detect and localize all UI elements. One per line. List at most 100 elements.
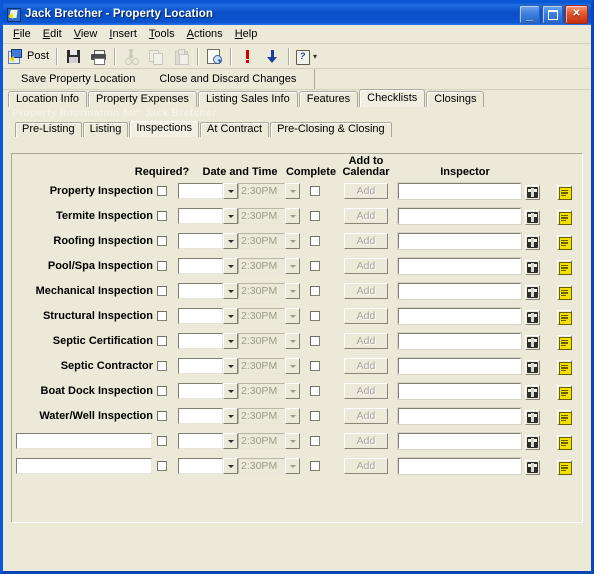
date-combo[interactable] [178,258,238,274]
address-book-button[interactable] [525,409,540,425]
date-combo[interactable] [178,308,238,324]
chevron-down-icon[interactable] [223,208,238,224]
required-checkbox[interactable] [157,186,167,196]
notes-button[interactable] [557,334,572,350]
inspector-input[interactable] [397,282,522,300]
date-value[interactable] [178,358,223,374]
chevron-down-icon[interactable] [223,408,238,424]
print-preview-button[interactable] [202,46,227,66]
inspector-input[interactable] [397,332,522,350]
date-combo[interactable] [178,183,238,199]
address-book-button[interactable] [525,384,540,400]
chevron-down-icon[interactable] [223,308,238,324]
date-combo[interactable] [178,358,238,374]
complete-checkbox[interactable] [310,236,320,246]
priority-button[interactable] [235,46,260,66]
tab-property-expenses[interactable]: Property Expenses [88,91,197,107]
menu-insert[interactable]: Insert [103,26,143,42]
required-checkbox[interactable] [157,311,167,321]
required-checkbox[interactable] [157,461,167,471]
inspector-input[interactable] [397,307,522,325]
chevron-down-icon[interactable] [223,433,238,449]
print-button[interactable] [86,46,111,66]
notes-button[interactable] [557,184,572,200]
address-book-button[interactable] [525,334,540,350]
inspector-input[interactable] [397,457,522,475]
save-button[interactable] [61,46,86,66]
complete-checkbox[interactable] [310,386,320,396]
address-book-button[interactable] [525,434,540,450]
post-button[interactable]: Post [6,46,53,66]
date-value[interactable] [178,233,223,249]
complete-checkbox[interactable] [310,311,320,321]
address-book-button[interactable] [525,459,540,475]
subtab-inspections[interactable]: Inspections [129,121,200,137]
address-book-button[interactable] [525,259,540,275]
custom-inspection-label-input[interactable] [16,433,152,449]
subtab-at-contract[interactable]: At Contract [200,122,270,137]
menu-view[interactable]: View [68,26,104,42]
menu-help[interactable]: Help [229,26,264,42]
tab-checklists[interactable]: Checklists [359,89,426,107]
close-button[interactable]: ✕ [565,4,588,24]
complete-checkbox[interactable] [310,186,320,196]
notes-button[interactable] [557,409,572,425]
date-combo[interactable] [178,283,238,299]
complete-checkbox[interactable] [310,261,320,271]
required-checkbox[interactable] [157,411,167,421]
required-checkbox[interactable] [157,361,167,371]
notes-button[interactable] [557,309,572,325]
inspector-input[interactable] [397,232,522,250]
date-value[interactable] [178,208,223,224]
inspector-input[interactable] [397,407,522,425]
notes-button[interactable] [557,434,572,450]
chevron-down-icon[interactable] [223,458,238,474]
address-book-button[interactable] [525,309,540,325]
notes-button[interactable] [557,259,572,275]
complete-checkbox[interactable] [310,411,320,421]
notes-button[interactable] [557,209,572,225]
chevron-down-icon[interactable] [223,183,238,199]
menu-tools[interactable]: Tools [143,26,181,42]
chevron-down-icon[interactable] [223,358,238,374]
inspector-input[interactable] [397,207,522,225]
date-combo[interactable] [178,233,238,249]
tab-listing-sales-info[interactable]: Listing Sales Info [197,91,298,107]
date-combo[interactable] [178,408,238,424]
required-checkbox[interactable] [157,336,167,346]
chevron-down-icon[interactable]: ▾ [313,52,317,61]
maximize-button[interactable] [542,4,563,24]
complete-checkbox[interactable] [310,361,320,371]
address-book-button[interactable] [525,209,540,225]
chevron-down-icon[interactable] [223,258,238,274]
tab-location-info[interactable]: Location Info [8,91,87,107]
date-value[interactable] [178,433,223,449]
custom-inspection-label-input[interactable] [16,458,152,474]
date-value[interactable] [178,183,223,199]
subtab-listing[interactable]: Listing [82,122,129,137]
notes-button[interactable] [557,284,572,300]
inspector-input[interactable] [397,182,522,200]
complete-checkbox[interactable] [310,286,320,296]
subtab-pre-listing[interactable]: Pre-Listing [15,122,82,137]
date-value[interactable] [178,333,223,349]
save-property-location-button[interactable]: Save Property Location [9,70,147,88]
menu-edit[interactable]: Edit [37,26,68,42]
required-checkbox[interactable] [157,261,167,271]
date-value[interactable] [178,283,223,299]
close-and-discard-changes-button[interactable]: Close and Discard Changes [147,70,308,88]
chevron-down-icon[interactable] [223,283,238,299]
inspector-input[interactable] [397,257,522,275]
chevron-down-icon[interactable] [223,233,238,249]
chevron-down-icon[interactable] [223,333,238,349]
tab-closings[interactable]: Closings [426,91,485,107]
address-book-button[interactable] [525,234,540,250]
date-value[interactable] [178,458,223,474]
complete-checkbox[interactable] [310,436,320,446]
inspector-input[interactable] [397,382,522,400]
required-checkbox[interactable] [157,236,167,246]
date-combo[interactable] [178,333,238,349]
date-combo[interactable] [178,208,238,224]
date-value[interactable] [178,408,223,424]
notes-button[interactable] [557,459,572,475]
